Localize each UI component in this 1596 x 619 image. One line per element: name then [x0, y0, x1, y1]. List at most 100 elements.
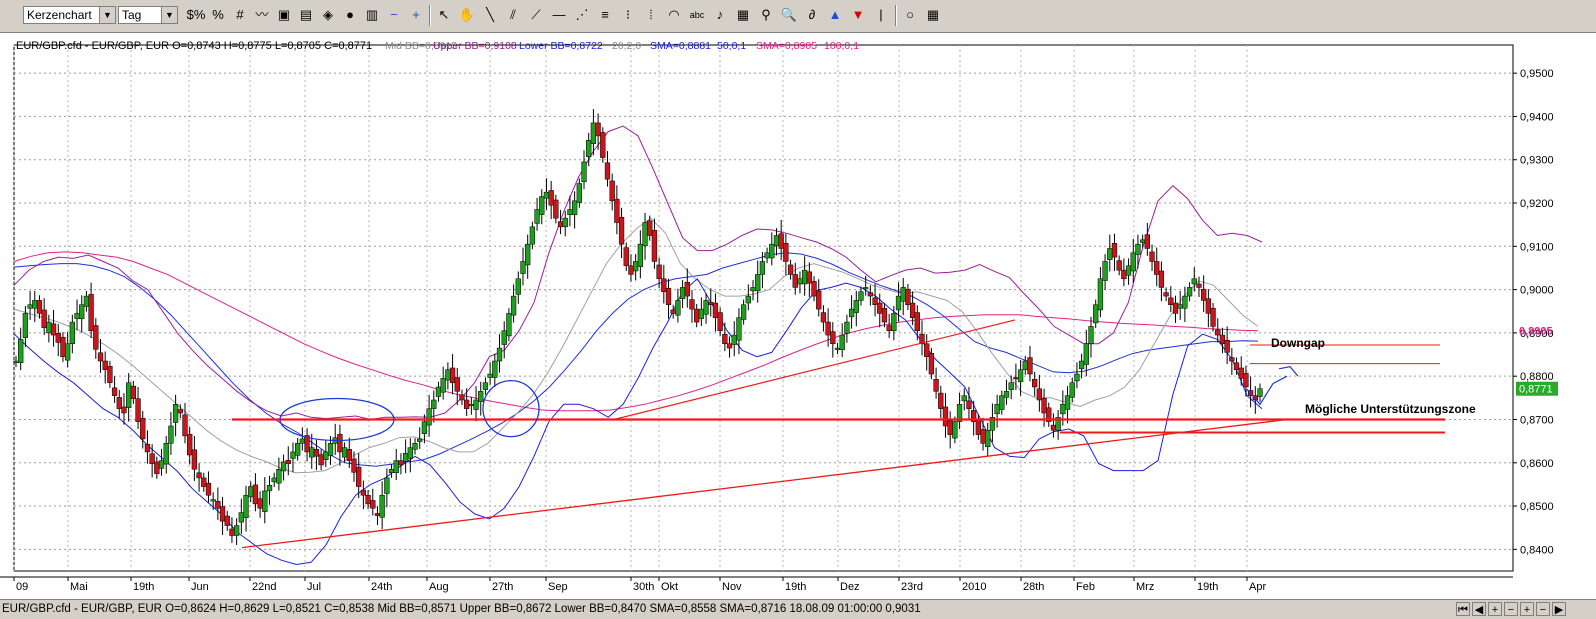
- text-tool-icon[interactable]: abc: [687, 5, 707, 25]
- candle-body: [1093, 304, 1099, 324]
- candle-body: [703, 300, 709, 315]
- candle-body: [520, 261, 526, 274]
- eraser-icon[interactable]: ◈: [318, 5, 338, 25]
- candle-body: [299, 438, 306, 444]
- trendline-icon[interactable]: ╲: [480, 5, 500, 25]
- horizontal-line-icon[interactable]: —: [549, 5, 569, 25]
- prev-icon[interactable]: ◀: [1472, 602, 1486, 616]
- grid-tool-icon[interactable]: #: [230, 5, 250, 25]
- line-chart-icon[interactable]: 〰: [252, 5, 272, 25]
- candle-body: [1233, 362, 1240, 370]
- arrow-up-icon[interactable]: ▲: [825, 5, 845, 25]
- candle-body: [126, 382, 132, 409]
- candle-body: [966, 400, 972, 409]
- candle-body: [46, 321, 52, 334]
- chart-area[interactable]: Downgap Mögliche Unterstützungszone 0,840…: [0, 33, 1596, 599]
- pointer-icon[interactable]: ↖: [434, 5, 454, 25]
- fan-icon[interactable]: ⋰: [572, 5, 592, 25]
- circle-icon[interactable]: ○: [900, 5, 920, 25]
- candle-body: [1050, 424, 1057, 431]
- candle-body: [1201, 288, 1207, 301]
- candle-body: [468, 404, 475, 407]
- candle-body: [834, 347, 841, 350]
- candle-body: [567, 209, 573, 215]
- dollar-tool-icon[interactable]: $%: [186, 5, 206, 25]
- candle-body: [914, 312, 920, 331]
- candle-body: [379, 494, 385, 518]
- search-icon[interactable]: ⚲: [756, 5, 776, 25]
- plus-icon[interactable]: +: [1520, 602, 1534, 616]
- palette-icon[interactable]: ●: [340, 5, 360, 25]
- candle-body: [975, 419, 981, 435]
- zoom-in-icon[interactable]: +: [406, 5, 426, 25]
- print-icon[interactable]: ▣: [274, 5, 294, 25]
- candle-body: [755, 274, 761, 292]
- candle-body: [1149, 251, 1155, 262]
- chevron-down-icon[interactable]: ▼: [99, 7, 115, 23]
- parallel-lines-icon[interactable]: ⫽: [503, 5, 523, 25]
- magnifier-icon[interactable]: 🔍: [779, 5, 799, 25]
- next-icon[interactable]: ▶: [1552, 602, 1566, 616]
- hand-icon[interactable]: ✋: [457, 5, 477, 25]
- sma100-price-marker: 0,8905: [1519, 326, 1553, 338]
- alarm-bell-icon[interactable]: ♪: [710, 5, 730, 25]
- arrow-down-icon[interactable]: ▼: [848, 5, 868, 25]
- candle-body: [745, 295, 751, 304]
- period-select[interactable]: Tag ▼: [118, 6, 178, 24]
- candle-body: [280, 461, 287, 472]
- x-tick-label: 27th: [492, 581, 513, 593]
- candle-body: [863, 287, 869, 290]
- candle-body: [553, 199, 559, 219]
- chart-type-select[interactable]: Kerzenchart ▼: [23, 6, 116, 24]
- retracement-icon[interactable]: ⁝: [618, 5, 638, 25]
- x-tick-label: 19th: [785, 581, 806, 593]
- candle-body: [158, 460, 165, 469]
- period-value: Tag: [122, 8, 142, 22]
- candle-body: [675, 300, 681, 316]
- candle-body: [1032, 378, 1038, 388]
- cursor-bar-icon[interactable]: |: [871, 5, 891, 25]
- zoom-out-small-icon[interactable]: −: [1504, 602, 1518, 616]
- chevron-down-icon[interactable]: ▼: [161, 7, 177, 23]
- calculator-icon[interactable]: ▦: [733, 5, 753, 25]
- arc-icon[interactable]: ◠: [664, 5, 684, 25]
- zoom-in-small-icon[interactable]: +: [1488, 602, 1502, 616]
- candle-body: [257, 498, 263, 509]
- chart-settings-icon[interactable]: ▥: [362, 5, 382, 25]
- image-icon[interactable]: ▤: [296, 5, 316, 25]
- candle-body: [665, 288, 672, 306]
- candle-body: [1074, 373, 1080, 382]
- candle-body: [417, 438, 423, 442]
- candle-body: [431, 399, 437, 409]
- first-icon[interactable]: ⏮: [1456, 602, 1470, 616]
- candle-body: [600, 132, 606, 158]
- candle-body: [36, 300, 43, 314]
- candle-body: [1041, 398, 1047, 414]
- lasso-icon[interactable]: ∂: [802, 5, 822, 25]
- minus-icon[interactable]: −: [1536, 602, 1550, 616]
- candle-body: [74, 313, 80, 319]
- candle-body: [548, 190, 554, 206]
- candle-body: [1154, 261, 1160, 275]
- candle-body: [1196, 283, 1202, 288]
- candle-body: [135, 398, 141, 422]
- speed-lines-icon[interactable]: ≡: [595, 5, 615, 25]
- color-grid-icon[interactable]: ▦: [923, 5, 943, 25]
- candle-body: [351, 458, 357, 473]
- zoom-out-icon[interactable]: −: [384, 5, 404, 25]
- channel-icon[interactable]: ⟋: [526, 5, 546, 25]
- candle-body: [947, 420, 953, 435]
- y-tick-label: 0,8600: [1520, 458, 1554, 470]
- candle-body: [933, 378, 939, 392]
- candle-body: [1088, 326, 1094, 344]
- candlestick-chart[interactable]: Downgap Mögliche Unterstützungszone 0,840…: [0, 33, 1596, 599]
- candle-body: [1022, 360, 1028, 370]
- candle-body: [435, 386, 442, 397]
- fibonacci-icon[interactable]: ⦙: [641, 5, 661, 25]
- candle-body: [501, 330, 507, 345]
- percent-tool-icon[interactable]: %: [208, 5, 228, 25]
- candle-body: [694, 308, 700, 323]
- candle-body: [238, 512, 244, 523]
- candle-body: [586, 139, 592, 157]
- status-bar: EUR/GBP.cfd - EUR/GBP, EUR O=0,8624 H=0,…: [0, 599, 1596, 619]
